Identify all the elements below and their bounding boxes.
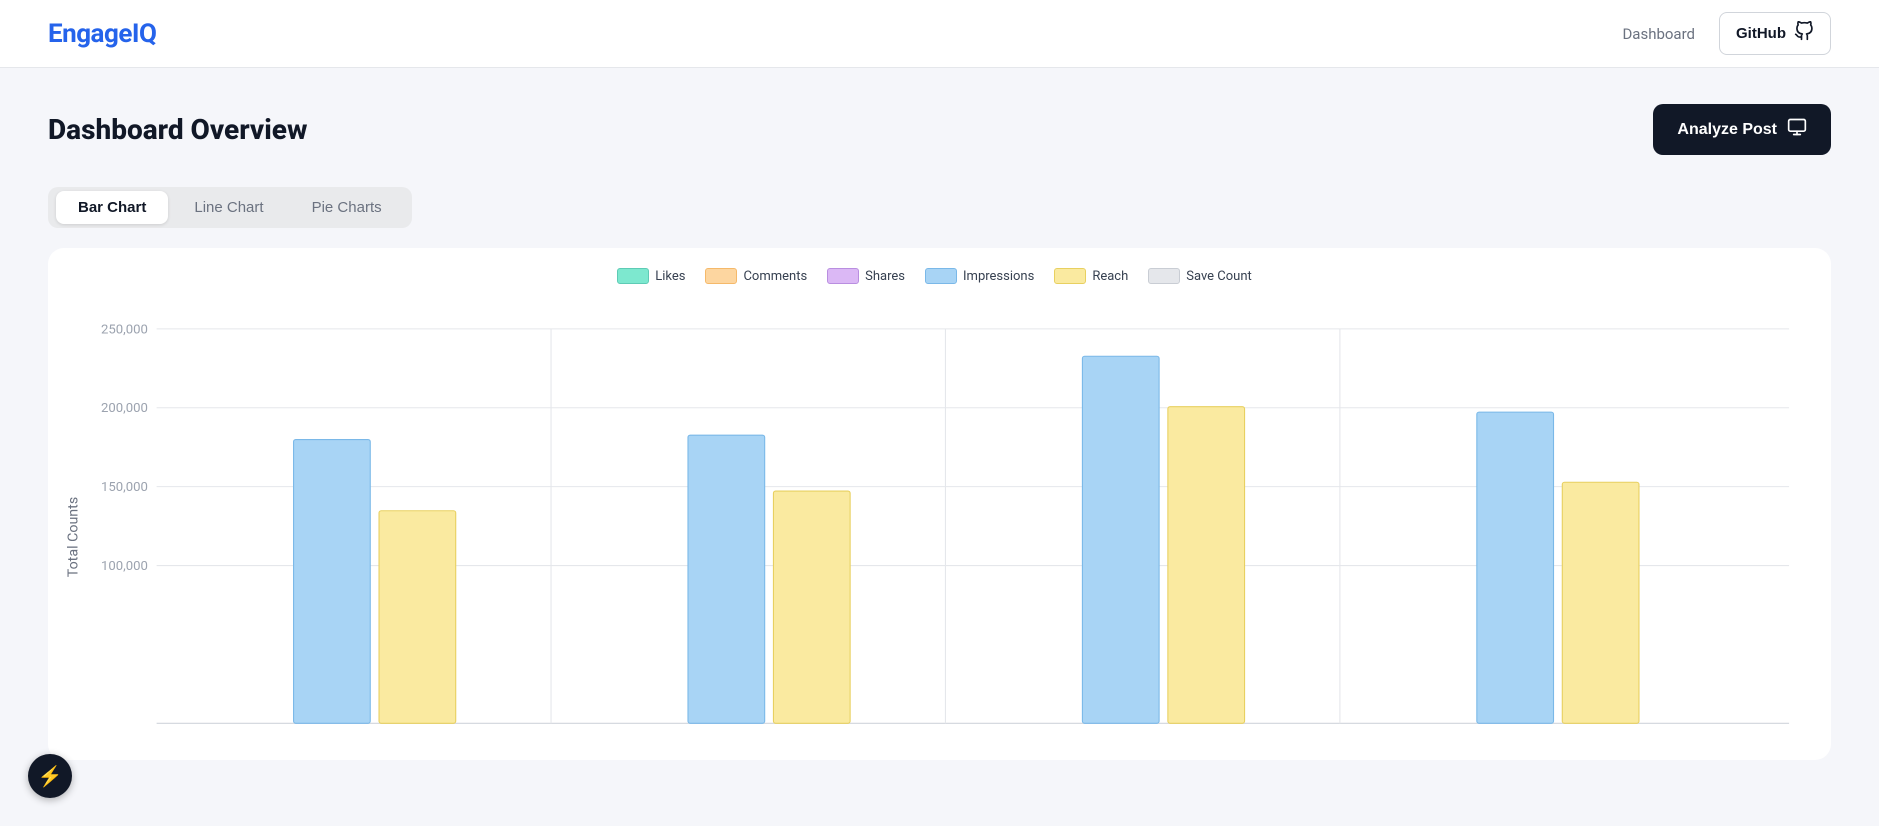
bar-group3-reach <box>1168 407 1245 724</box>
y-axis-label: Total Counts <box>66 497 82 577</box>
nav-dashboard-link[interactable]: Dashboard <box>1622 25 1695 43</box>
bar-group4-reach <box>1562 482 1639 723</box>
tab-pie-charts[interactable]: Pie Charts <box>290 191 404 224</box>
legend-likes: Likes <box>617 268 685 284</box>
main-content: Dashboard Overview Analyze Post Bar Char… <box>0 68 1879 796</box>
y-label-250k: 250,000 <box>101 322 148 337</box>
legend-likes-swatch <box>617 268 649 284</box>
legend-impressions-label: Impressions <box>963 269 1034 284</box>
page-header: Dashboard Overview Analyze Post <box>48 104 1831 155</box>
bolt-icon: ⚡ <box>38 764 63 789</box>
bolt-button[interactable]: ⚡ <box>28 754 72 798</box>
bar-chart-svg-wrapper: Total Counts 250,000 200,000 150,000 100… <box>58 296 1811 760</box>
legend-comments: Comments <box>705 268 807 284</box>
bar-group2-impressions <box>688 435 765 723</box>
bar-group4-impressions <box>1477 412 1554 723</box>
legend-comments-swatch <box>705 268 737 284</box>
app-logo: EngageIQ <box>48 19 156 49</box>
page-title: Dashboard Overview <box>48 113 307 146</box>
y-label-200k: 200,000 <box>101 401 148 416</box>
bar-group2-reach <box>773 491 850 723</box>
legend-shares-label: Shares <box>865 269 905 284</box>
analyze-post-label: Analyze Post <box>1677 121 1777 139</box>
legend-save-count: Save Count <box>1148 268 1252 284</box>
chart-container: Likes Comments Shares Impressions Reach … <box>48 248 1831 760</box>
legend-save-count-label: Save Count <box>1186 269 1252 284</box>
legend-impressions: Impressions <box>925 268 1034 284</box>
legend-comments-label: Comments <box>743 269 807 284</box>
legend-save-count-swatch <box>1148 268 1180 284</box>
tab-bar-chart[interactable]: Bar Chart <box>56 191 168 224</box>
chart-tabs: Bar Chart Line Chart Pie Charts <box>48 187 412 228</box>
legend-reach: Reach <box>1054 268 1128 284</box>
legend-shares: Shares <box>827 268 905 284</box>
github-label: GitHub <box>1736 25 1786 42</box>
legend-likes-label: Likes <box>655 269 685 284</box>
analyze-icon <box>1787 117 1807 142</box>
legend-impressions-swatch <box>925 268 957 284</box>
y-label-100k: 100,000 <box>101 559 148 574</box>
github-icon <box>1794 21 1814 46</box>
bar-group3-impressions <box>1082 356 1159 723</box>
legend-reach-swatch <box>1054 268 1086 284</box>
nav-right: Dashboard GitHub <box>1622 12 1831 55</box>
tab-line-chart[interactable]: Line Chart <box>172 191 285 224</box>
legend-shares-swatch <box>827 268 859 284</box>
analyze-post-button[interactable]: Analyze Post <box>1653 104 1831 155</box>
bar-group1-reach <box>379 511 456 724</box>
bar-group1-impressions <box>294 440 371 724</box>
legend-reach-label: Reach <box>1092 269 1128 284</box>
github-button[interactable]: GitHub <box>1719 12 1831 55</box>
navbar: EngageIQ Dashboard GitHub <box>0 0 1879 68</box>
bar-chart: Total Counts 250,000 200,000 150,000 100… <box>58 296 1811 756</box>
y-label-150k: 150,000 <box>101 480 148 495</box>
chart-legend: Likes Comments Shares Impressions Reach … <box>58 268 1811 284</box>
